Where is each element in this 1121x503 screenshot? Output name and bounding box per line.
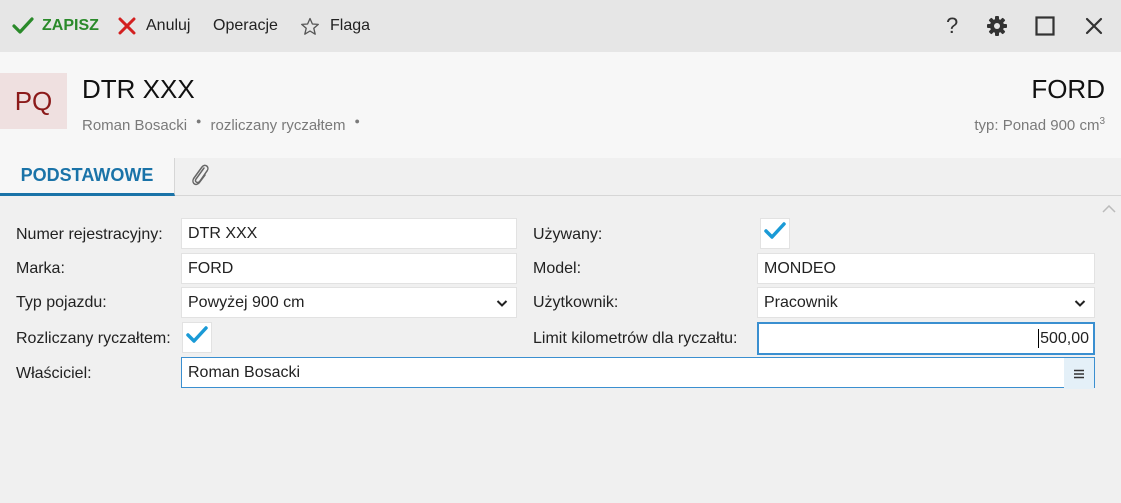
avatar: PQ: [0, 73, 67, 129]
owner-label: Właściciel:: [16, 365, 92, 382]
settings-button[interactable]: [986, 0, 1008, 52]
menu-lines-icon[interactable]: [1064, 358, 1094, 389]
type-text: typ: Ponad 900 cm: [974, 117, 1100, 134]
type-superscript: 3: [1099, 116, 1105, 127]
cancel-button[interactable]: Anuluj: [118, 0, 190, 52]
brand-title: FORD: [1031, 74, 1105, 104]
tab-attachments[interactable]: [180, 158, 220, 196]
checkmark-icon: [12, 17, 34, 35]
record-header: PQ DTR XXX Roman Bosacki ● rozliczany rycz…: [0, 52, 1121, 158]
separator-dot: ●: [354, 116, 360, 126]
owner-value: Roman Bosacki: [188, 363, 301, 381]
tab-basic[interactable]: PODSTAWOWE: [0, 158, 175, 196]
vehicle-type-select[interactable]: Powyżej 900 cm: [181, 287, 517, 318]
brand-value: FORD: [188, 259, 234, 277]
star-outline-icon: [300, 17, 320, 36]
km-limit-value: 500,00: [1040, 329, 1089, 347]
x-icon: [118, 17, 136, 35]
scroll-up-icon[interactable]: [1102, 200, 1116, 216]
km-limit-input[interactable]: 500,00: [757, 322, 1095, 355]
brand-label: Marka:: [16, 260, 65, 277]
model-input[interactable]: MONDEO: [757, 253, 1095, 284]
model-value: MONDEO: [764, 259, 836, 277]
lump-sum-checkbox[interactable]: [182, 322, 212, 353]
vehicle-type-label: Typ pojazdu:: [16, 294, 107, 311]
cancel-label: Anuluj: [146, 17, 191, 34]
model-label: Model:: [533, 260, 582, 277]
reg-number-value: DTR XXX: [188, 224, 258, 242]
text-caret: [1038, 329, 1040, 348]
gear-icon: [986, 15, 1008, 37]
tab-bar: PODSTAWOWE: [0, 158, 1121, 196]
settlement-text: rozliczany ryczałtem: [210, 117, 346, 134]
flag-label: Flaga: [330, 17, 371, 34]
chevron-down-icon: [496, 296, 508, 314]
km-limit-label: Limit kilometrów dla ryczałtu:: [533, 330, 738, 347]
toolbar: ZAPISZ Anuluj Operacje Flaga ?: [0, 0, 1121, 52]
user-label: Użytkownik:: [533, 294, 619, 311]
lump-sum-label: Rozliczany ryczałtem:: [16, 330, 171, 347]
operations-button[interactable]: Operacje: [213, 0, 278, 52]
reg-number-label: Numer rejestracyjny:: [16, 226, 163, 243]
question-icon: ?: [946, 13, 959, 38]
owner-text: Roman Bosacki: [82, 117, 188, 134]
checkmark-icon: [186, 326, 208, 349]
owner-lookup-input[interactable]: Roman Bosacki: [181, 357, 1095, 389]
separator-dot: ●: [196, 116, 202, 126]
page-title: DTR XXX: [82, 74, 195, 104]
help-button[interactable]: ?: [946, 0, 958, 52]
square-icon: [1035, 16, 1055, 36]
vehicle-type-value: Powyżej 900 cm: [188, 293, 305, 311]
chevron-down-icon: [1074, 296, 1086, 314]
vehicle-type-info: typ: Ponad 900 cm3: [974, 116, 1105, 134]
brand-input[interactable]: FORD: [181, 253, 517, 284]
user-select[interactable]: Pracownik: [757, 287, 1095, 318]
flag-button[interactable]: Flaga: [300, 0, 370, 52]
paperclip-icon: [189, 162, 211, 193]
checkmark-icon: [764, 222, 786, 245]
close-button[interactable]: [1085, 0, 1103, 52]
close-icon: [1085, 17, 1103, 35]
operations-label: Operacje: [213, 17, 278, 34]
user-value: Pracownik: [764, 293, 838, 311]
maximize-button[interactable]: [1035, 0, 1055, 52]
used-checkbox[interactable]: [760, 218, 790, 249]
save-button[interactable]: ZAPISZ: [12, 0, 99, 52]
reg-number-input[interactable]: DTR XXX: [181, 218, 517, 249]
record-subtitle: Roman Bosacki ● rozliczany ryczałtem ●: [82, 116, 369, 134]
save-label: ZAPISZ: [42, 17, 99, 34]
used-label: Używany:: [533, 226, 603, 243]
